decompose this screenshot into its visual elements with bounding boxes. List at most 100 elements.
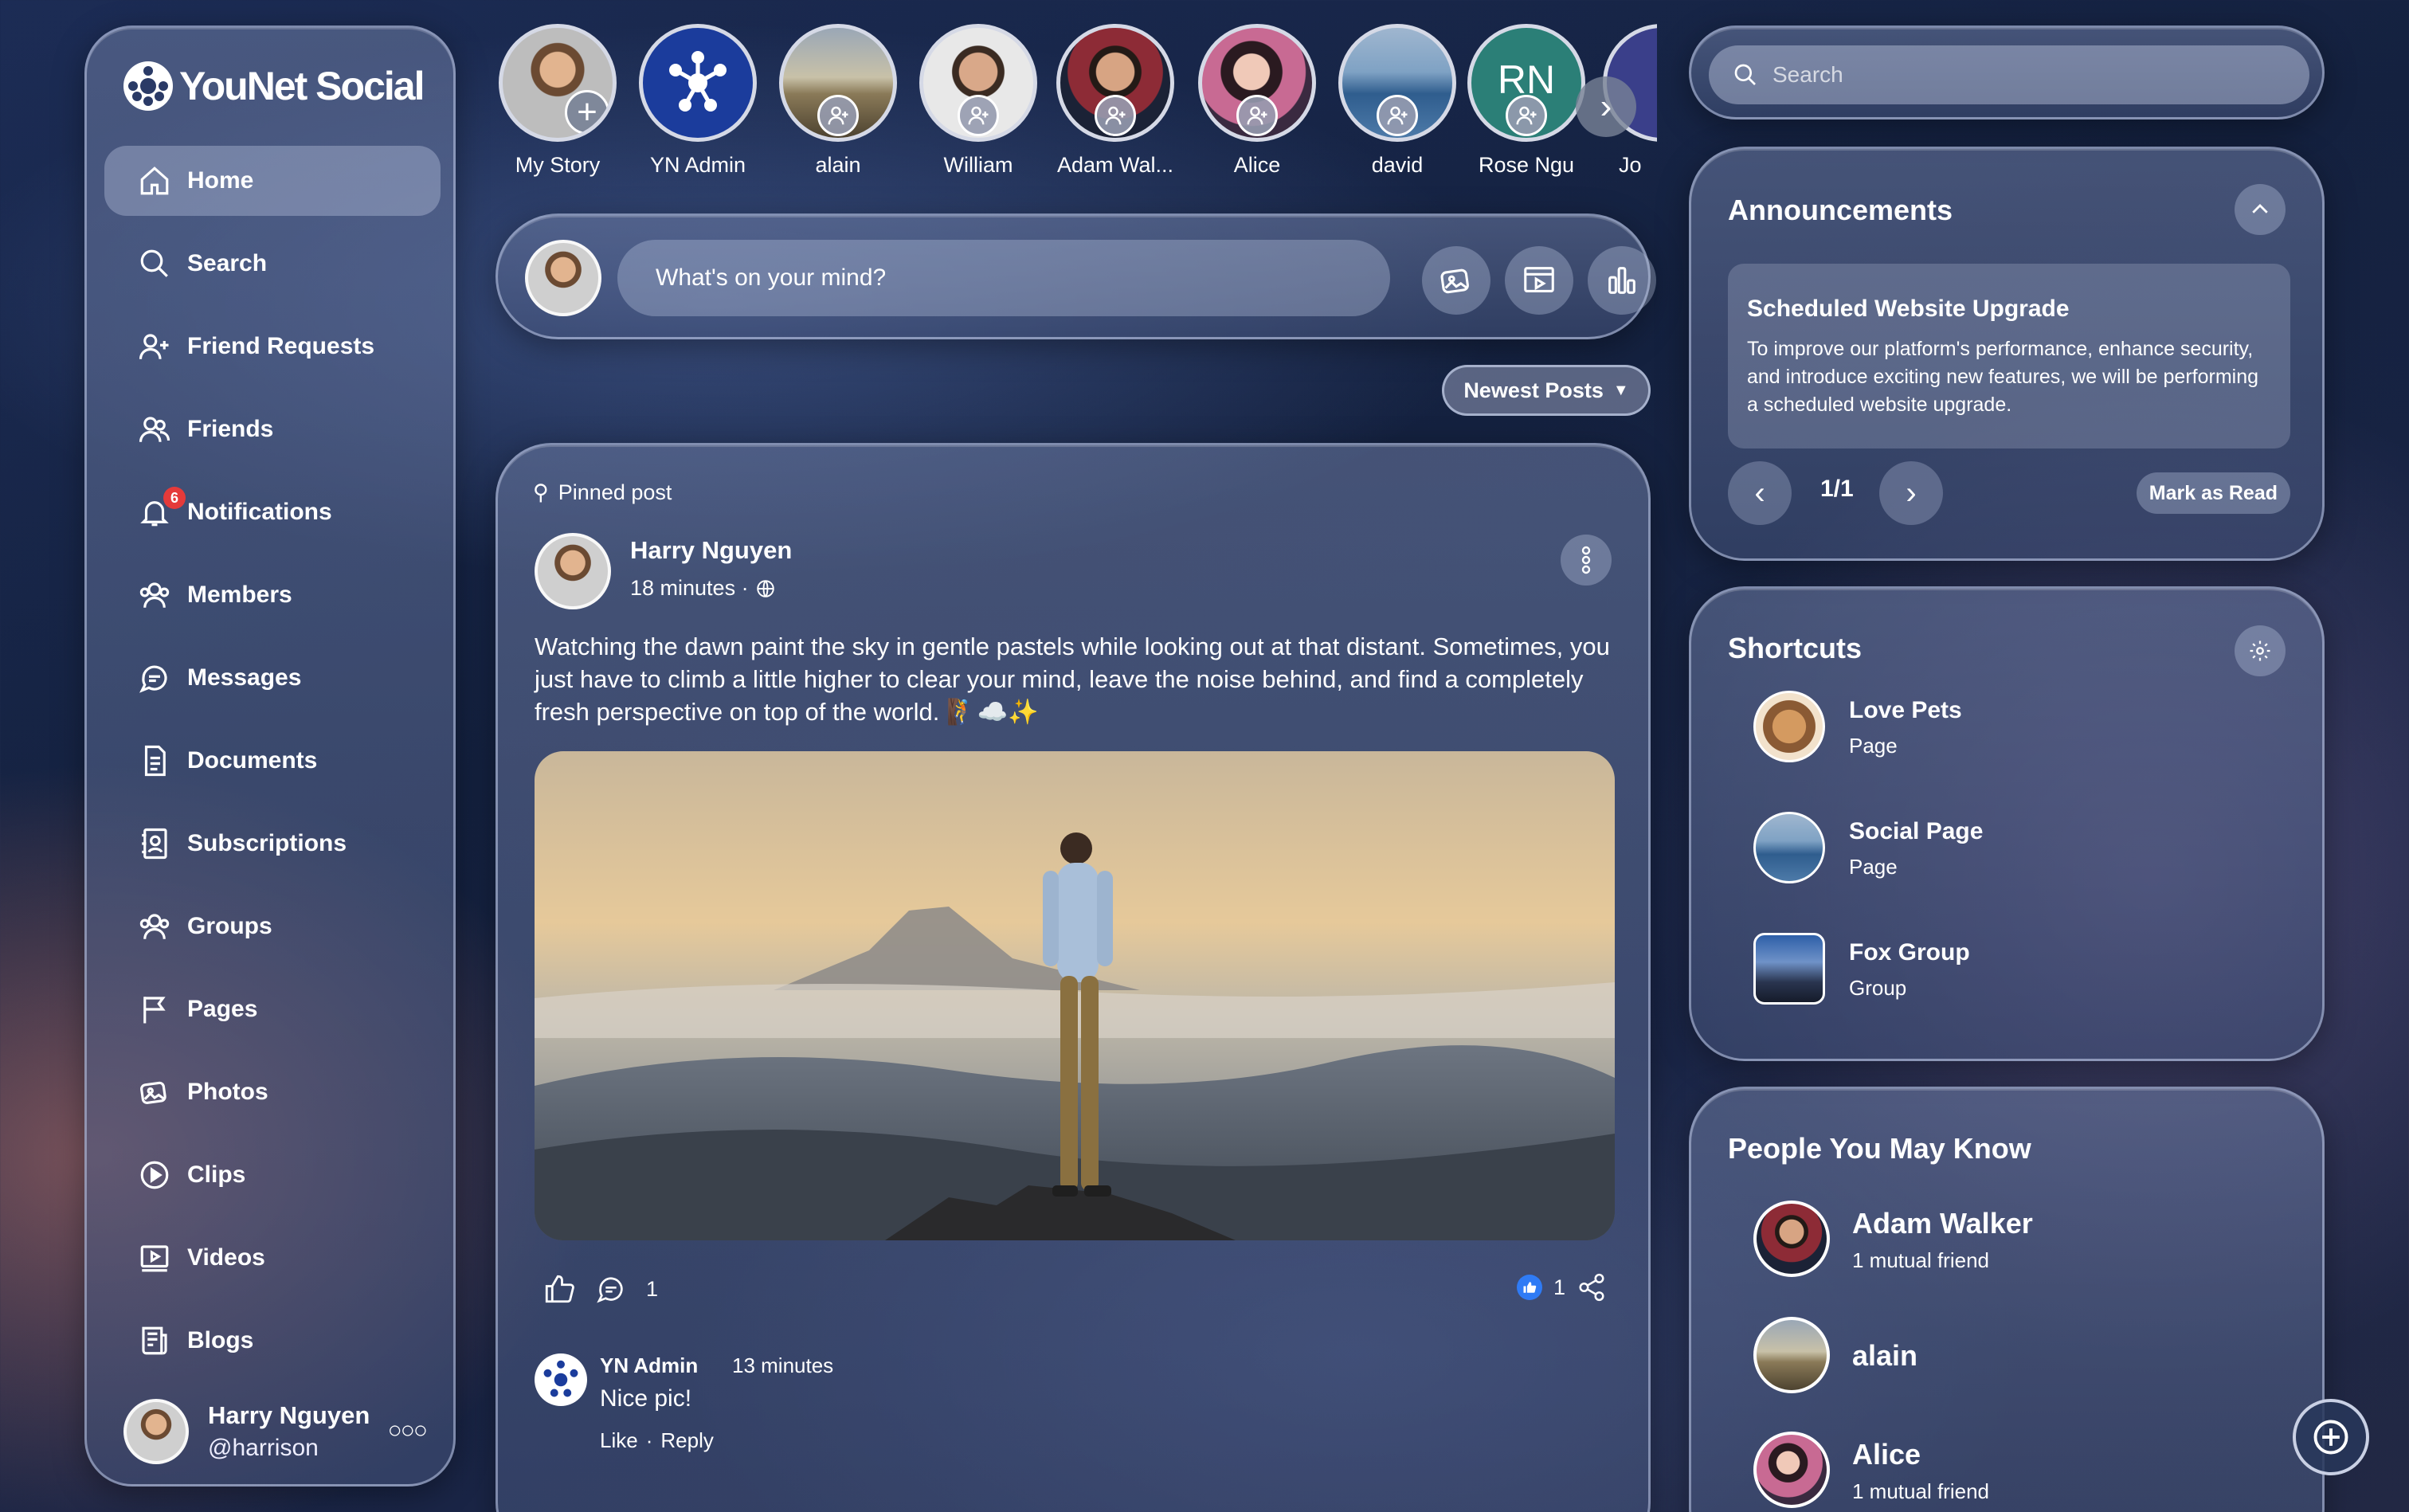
- more-options-icon[interactable]: ○○○: [388, 1417, 428, 1444]
- nav-label: Pages: [187, 996, 258, 1022]
- story-rose-nguyen[interactable]: RN Rose Ngu: [1463, 24, 1590, 178]
- notification-badge: 6: [163, 487, 186, 509]
- user-add-icon: [136, 328, 173, 365]
- nav-label: Members: [187, 582, 292, 608]
- shortcut-item[interactable]: Fox Group Group: [1753, 933, 2231, 1009]
- pinned-label: Pinned post: [558, 480, 672, 504]
- search-placeholder: Search: [1772, 62, 1843, 87]
- nav-item-clips[interactable]: Clips: [104, 1140, 441, 1210]
- story-avatar: [1198, 24, 1316, 142]
- brand-name: YouNet Social: [179, 64, 425, 108]
- story-david[interactable]: david: [1334, 24, 1461, 178]
- follow-icon[interactable]: [1095, 95, 1136, 136]
- shortcut-thumbnail: [1753, 933, 1825, 1005]
- search-panel: Search: [1689, 25, 2325, 119]
- contacts-icon: [136, 825, 173, 862]
- stories-next-button[interactable]: ›: [1576, 76, 1636, 137]
- composer-input[interactable]: What's on your mind?: [617, 240, 1390, 316]
- next-button[interactable]: ›: [1879, 461, 1943, 525]
- mark-as-read-button[interactable]: Mark as Read: [2136, 472, 2290, 514]
- follow-icon[interactable]: [1506, 95, 1547, 136]
- comment-reply-link[interactable]: Reply: [660, 1428, 713, 1453]
- follow-icon[interactable]: [817, 95, 859, 136]
- post-author-avatar[interactable]: [535, 533, 611, 609]
- nav-label: Friend Requests: [187, 333, 375, 359]
- add-video-button[interactable]: [1505, 246, 1573, 315]
- nav-item-messages[interactable]: Messages: [104, 643, 441, 713]
- main-nav: Home Search Friend Requests Friends 6 No…: [104, 146, 441, 1389]
- add-story-icon[interactable]: +: [565, 90, 609, 135]
- announcements-panel: Announcements Scheduled Website Upgrade …: [1689, 147, 2325, 561]
- person-avatar: [1753, 1201, 1830, 1277]
- nav-item-pages[interactable]: Pages: [104, 974, 441, 1044]
- post-options-button[interactable]: [1561, 535, 1612, 586]
- create-button[interactable]: [2293, 1399, 2369, 1475]
- bar-chart-icon: [1608, 267, 1635, 294]
- shortcut-item[interactable]: Social Page Page: [1753, 812, 2231, 888]
- members-icon: [136, 577, 173, 613]
- current-user-profile[interactable]: Harry Nguyen @harrison ○○○: [123, 1393, 428, 1470]
- add-photo-button[interactable]: [1422, 246, 1490, 315]
- story-name: My Story: [515, 153, 601, 177]
- follow-icon[interactable]: [1377, 95, 1418, 136]
- friends-icon: [136, 411, 173, 448]
- story-adam-walker[interactable]: Adam Wal...: [1052, 24, 1179, 178]
- person-name: Alice: [1852, 1438, 1921, 1471]
- shortcuts-settings-button[interactable]: [2235, 625, 2286, 676]
- caret-down-icon: ▼: [1612, 381, 1629, 399]
- nav-item-home[interactable]: Home: [104, 146, 441, 216]
- thumbs-up-icon[interactable]: [543, 1272, 576, 1306]
- nav-item-search[interactable]: Search: [104, 229, 441, 299]
- chat-icon: [136, 660, 173, 696]
- shortcuts-title: Shortcuts: [1728, 632, 1863, 664]
- person-suggestion[interactable]: Adam Walker 1 mutual friend: [1753, 1201, 2231, 1280]
- post-text: Watching the dawn paint the sky in gentl…: [535, 633, 1610, 726]
- story-william[interactable]: William: [915, 24, 1042, 178]
- comment-author[interactable]: YN Admin: [600, 1353, 698, 1378]
- story-avatar: [919, 24, 1037, 142]
- prev-button[interactable]: ‹: [1728, 461, 1792, 525]
- people-title: People You May Know: [1728, 1132, 2031, 1165]
- follow-icon[interactable]: [958, 95, 999, 136]
- post-author[interactable]: Harry Nguyen: [630, 536, 792, 565]
- person-mutual: 1 mutual friend: [1852, 1248, 1989, 1272]
- comment-like-link[interactable]: Like: [600, 1428, 638, 1453]
- nav-item-photos[interactable]: Photos: [104, 1057, 441, 1127]
- flag-icon: [136, 991, 173, 1028]
- brand-logo[interactable]: YouNet Social: [123, 58, 425, 114]
- nav-item-documents[interactable]: Documents: [104, 726, 441, 796]
- search-input[interactable]: Search: [1709, 45, 2309, 104]
- nav-item-groups[interactable]: Groups: [104, 891, 441, 962]
- share-icon[interactable]: [1577, 1272, 1607, 1302]
- story-yn-admin[interactable]: YN Admin: [634, 24, 762, 178]
- nav-item-subscriptions[interactable]: Subscriptions: [104, 809, 441, 879]
- shortcut-thumbnail: [1753, 812, 1825, 883]
- nav-item-notifications[interactable]: 6 Notifications: [104, 477, 441, 547]
- comment-avatar[interactable]: [535, 1353, 587, 1406]
- nav-label: Videos: [187, 1244, 265, 1271]
- nav-item-videos[interactable]: Videos: [104, 1223, 441, 1293]
- collapse-button[interactable]: [2235, 184, 2286, 235]
- shortcut-item[interactable]: Love Pets Page: [1753, 691, 2231, 767]
- user-avatar: [123, 1399, 189, 1464]
- nav-label: Documents: [187, 747, 318, 774]
- story-my-story[interactable]: + My Story: [494, 24, 621, 178]
- follow-icon[interactable]: [1236, 95, 1278, 136]
- composer-avatar: [525, 240, 601, 316]
- chevron-left-icon: ‹: [1754, 475, 1765, 511]
- nav-item-friend-requests[interactable]: Friend Requests: [104, 311, 441, 382]
- comment-icon[interactable]: [595, 1273, 627, 1305]
- nav-item-members[interactable]: Members: [104, 560, 441, 630]
- person-suggestion[interactable]: Alice 1 mutual friend: [1753, 1432, 2231, 1511]
- story-alain[interactable]: alain: [774, 24, 902, 178]
- like-reaction-icon[interactable]: [1516, 1275, 1542, 1300]
- announcement-pager: ‹ 1/1 › Mark as Read: [1728, 461, 2290, 525]
- add-poll-button[interactable]: [1588, 246, 1656, 315]
- sort-dropdown[interactable]: Newest Posts ▼: [1442, 365, 1651, 416]
- nav-item-friends[interactable]: Friends: [104, 394, 441, 464]
- person-suggestion[interactable]: alain: [1753, 1317, 2231, 1396]
- post-image[interactable]: [535, 751, 1615, 1240]
- story-alice[interactable]: Alice: [1193, 24, 1321, 178]
- story-avatar: [1338, 24, 1456, 142]
- nav-item-blogs[interactable]: Blogs: [104, 1306, 441, 1376]
